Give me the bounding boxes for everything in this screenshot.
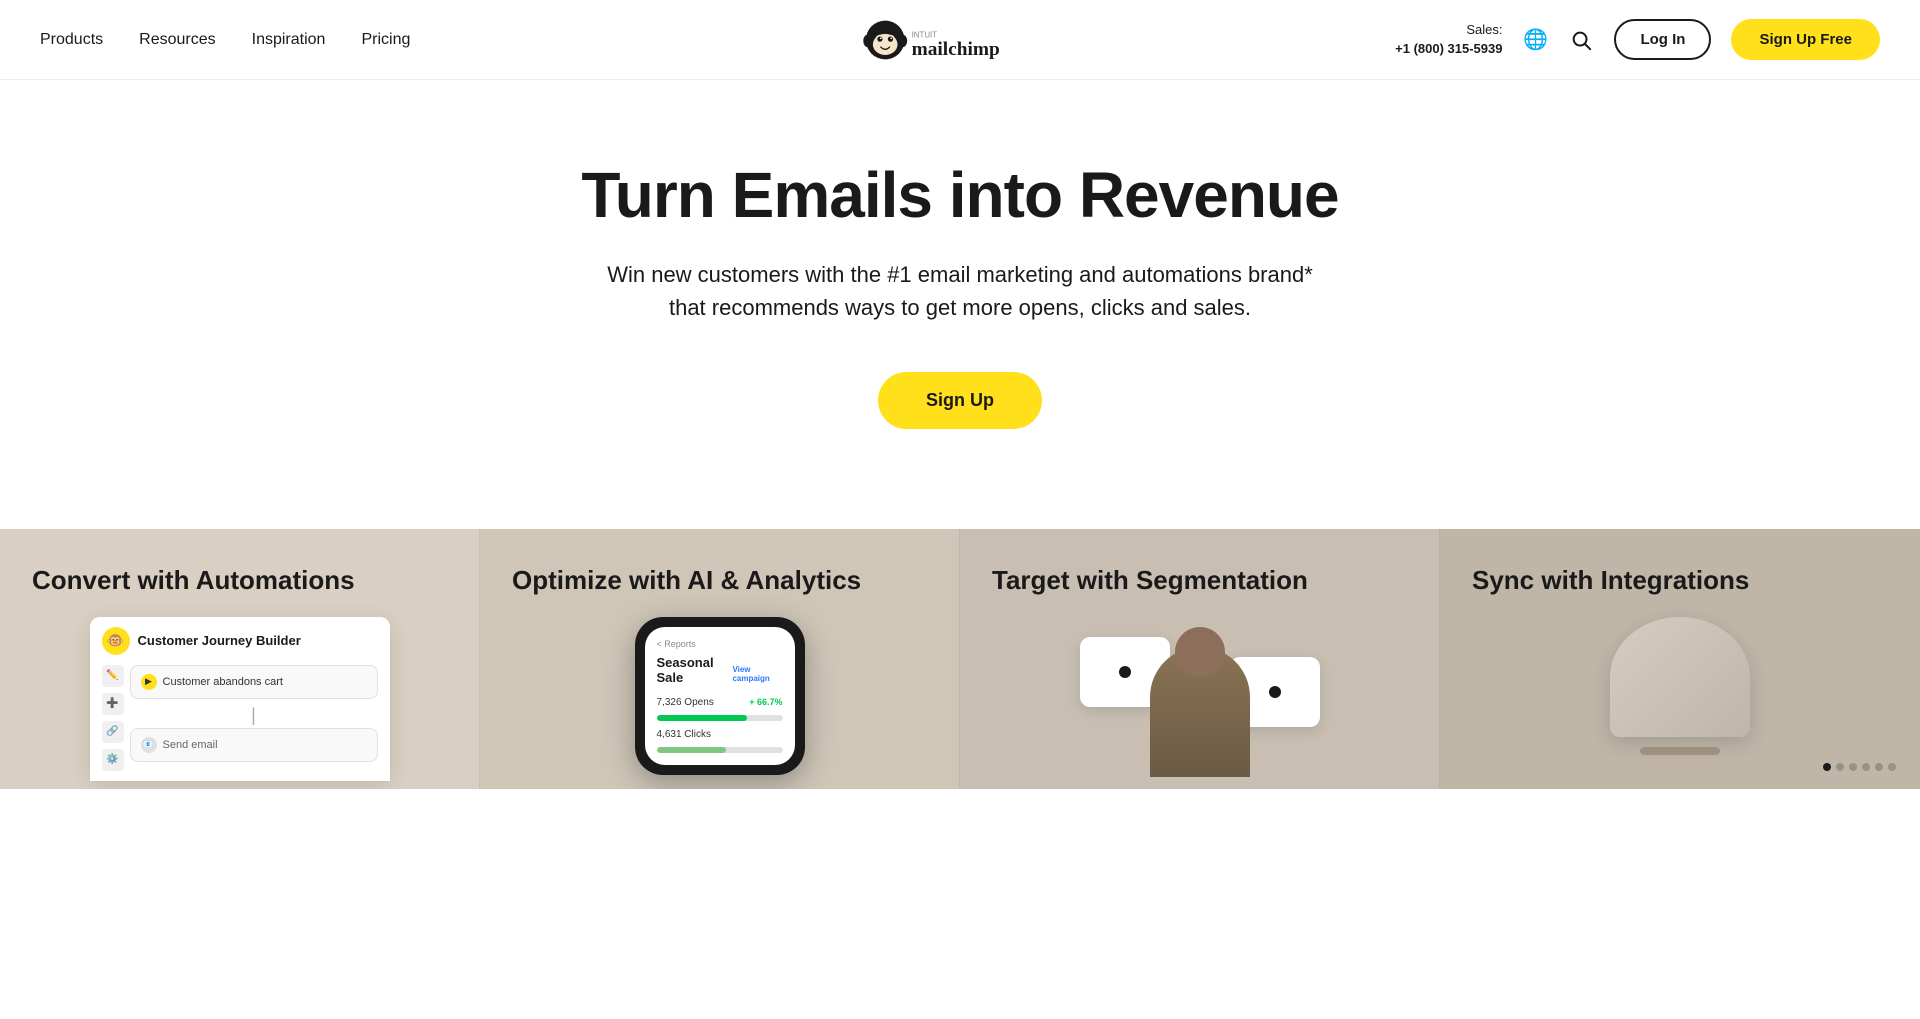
opens-bar-fill: [657, 715, 748, 721]
feature-segmentation: Target with Segmentation: [960, 529, 1440, 789]
phone-campaign-title: Seasonal Sale: [657, 655, 733, 685]
hero-headline: Turn Emails into Revenue: [581, 160, 1338, 230]
nav-left: Products Resources Inspiration Pricing: [40, 31, 410, 49]
phone-stats: 7,326 Opens + 66.7% 4,631 Clicks: [657, 697, 783, 753]
person-head: [1175, 627, 1225, 677]
login-button[interactable]: Log In: [1614, 19, 1711, 60]
journey-node: ▶ Customer abandons cart: [130, 665, 378, 699]
journey-icon-btn-2[interactable]: ➕: [102, 693, 124, 715]
hero-subheadline: Win new customers with the #1 email mark…: [600, 258, 1320, 324]
svg-text:INTUIT: INTUIT: [912, 30, 938, 39]
search-icon[interactable]: [1568, 27, 1594, 53]
journey-node-icon: ▶: [141, 674, 157, 690]
person-figure: [1150, 647, 1250, 777]
phone-view-campaign[interactable]: View campaign: [732, 665, 782, 683]
nav-item-products[interactable]: Products: [40, 31, 103, 49]
opens-label: 7,326 Opens: [657, 697, 714, 708]
feature-automations: Convert with Automations 🐵 Customer Jour…: [0, 529, 480, 789]
clicks-label: 4,631 Clicks: [657, 729, 711, 740]
nav-item-resources[interactable]: Resources: [139, 31, 215, 49]
ai-illustration: < Reports Seasonal Sale View campaign 7,…: [512, 617, 927, 775]
seg-illustration: [992, 617, 1407, 777]
globe-icon[interactable]: 🌐: [1522, 27, 1548, 53]
journey-node-icon-2: 📧: [141, 737, 157, 753]
clicks-bar-fill: [657, 747, 726, 753]
dot-6[interactable]: [1888, 763, 1896, 771]
dot-4[interactable]: [1862, 763, 1870, 771]
opens-percent: + 66.7%: [749, 697, 782, 708]
sales-info: Sales: +1 (800) 315-5939: [1395, 21, 1502, 57]
journey-icon-btn-4[interactable]: ⚙️: [102, 749, 124, 771]
phone-device: < Reports Seasonal Sale View campaign 7,…: [635, 617, 805, 775]
phone-notch: [700, 621, 740, 627]
smart-device: [1610, 617, 1750, 737]
phone-screen: < Reports Seasonal Sale View campaign 7,…: [645, 627, 795, 765]
feature-ai-title: Optimize with AI & Analytics: [512, 565, 927, 596]
clicks-bar: [657, 747, 783, 753]
feature-integrations: Sync with Integrations: [1440, 529, 1920, 789]
automations-illustration: 🐵 Customer Journey Builder ✏️ ➕ 🔗 ⚙️ ▶ C…: [32, 617, 447, 781]
carousel-dots: [1811, 755, 1908, 779]
features-strip: Convert with Automations 🐵 Customer Jour…: [0, 529, 1920, 789]
journey-node-2: 📧 Send email: [130, 728, 378, 762]
dot-5[interactable]: [1875, 763, 1883, 771]
int-illustration: [1472, 617, 1888, 755]
nav-item-inspiration[interactable]: Inspiration: [252, 31, 326, 49]
navbar: Products Resources Inspiration Pricing I…: [0, 0, 1920, 80]
feature-ai-analytics: Optimize with AI & Analytics < Reports S…: [480, 529, 960, 789]
device-base: [1640, 747, 1720, 755]
journey-icon-btn-1[interactable]: ✏️: [102, 665, 124, 687]
feature-seg-title: Target with Segmentation: [992, 565, 1407, 596]
opens-bar: [657, 715, 783, 721]
seg-dot-1: [1119, 666, 1131, 678]
logo[interactable]: INTUIT mailchimp: [863, 18, 1057, 62]
seg-dot-2: [1269, 686, 1281, 698]
svg-text:mailchimp: mailchimp: [912, 38, 1000, 59]
phone-reports-label: < Reports: [657, 639, 783, 649]
signup-free-button[interactable]: Sign Up Free: [1731, 19, 1880, 60]
feature-automations-title: Convert with Automations: [32, 565, 447, 596]
nav-right: Sales: +1 (800) 315-5939 🌐 Log In Sign U…: [1395, 19, 1880, 60]
journey-title: Customer Journey Builder: [138, 633, 301, 648]
dot-2[interactable]: [1836, 763, 1844, 771]
dot-3[interactable]: [1849, 763, 1857, 771]
nav-item-pricing[interactable]: Pricing: [361, 31, 410, 49]
journey-icon: 🐵: [102, 627, 130, 655]
dot-1[interactable]: [1823, 763, 1831, 771]
feature-int-title: Sync with Integrations: [1472, 565, 1888, 596]
seg-visual: [1060, 617, 1340, 777]
hero-section: Turn Emails into Revenue Win new custome…: [0, 80, 1920, 529]
hero-signup-button[interactable]: Sign Up: [878, 372, 1042, 429]
journey-icon-btn-3[interactable]: 🔗: [102, 721, 124, 743]
